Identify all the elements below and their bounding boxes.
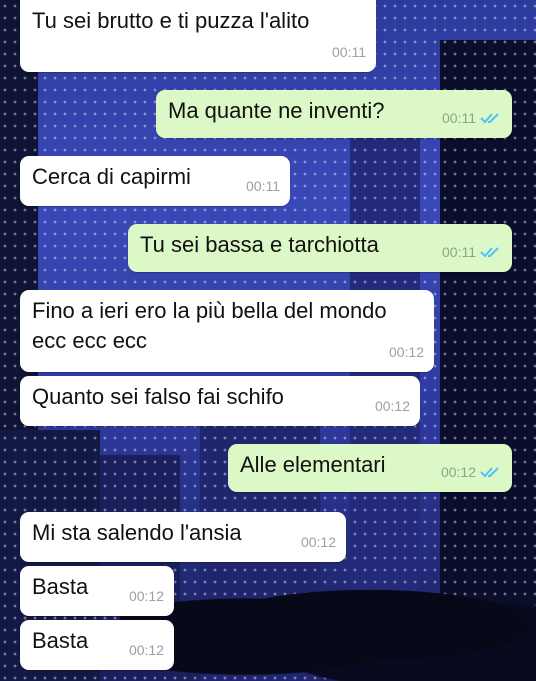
double-check-icon <box>480 467 499 478</box>
message-incoming[interactable]: Mi sta salendo l'ansia 00:12 <box>20 512 346 562</box>
message-time: 00:11 <box>246 178 280 194</box>
message-time: 00:11 <box>332 44 366 60</box>
double-check-icon <box>480 247 499 258</box>
message-incoming[interactable]: Quanto sei falso fai schifo 00:12 <box>20 376 420 426</box>
message-time: 00:12 <box>300 534 336 550</box>
message-time: 00:11 <box>442 244 476 260</box>
message-text-line-1: Fino a ieri ero la più bella del mondo <box>32 298 387 323</box>
message-incoming[interactable]: Basta 00:12 <box>20 566 174 616</box>
message-incoming[interactable]: Fino a ieri ero la più bella del mondo e… <box>20 290 434 372</box>
message-outgoing[interactable]: Tu sei bassa e tarchiotta 00:11 <box>128 224 512 272</box>
message-list[interactable]: Tu sei brutto e ti puzza l'alito 00:11 M… <box>0 0 536 681</box>
message-text: Quanto sei falso fai schifo <box>32 384 284 409</box>
message-time: 00:12 <box>374 398 410 414</box>
message-text: Mi sta salendo l'ansia <box>32 520 242 545</box>
message-outgoing[interactable]: Alle elementari 00:12 <box>228 444 512 492</box>
message-outgoing[interactable]: Ma quante ne inventi? 00:11 <box>156 90 512 138</box>
message-time: 00:12 <box>388 344 424 360</box>
message-incoming[interactable]: Basta 00:12 <box>20 620 174 670</box>
message-text: Tu sei brutto e ti puzza l'alito <box>32 8 310 33</box>
message-time: 00:12 <box>128 588 164 604</box>
message-incoming[interactable]: Cerca di capirmi 00:11 <box>20 156 290 206</box>
message-time: 00:12 <box>128 642 164 658</box>
message-incoming[interactable]: Tu sei brutto e ti puzza l'alito 00:11 <box>20 0 376 72</box>
message-time: 00:11 <box>442 110 476 126</box>
message-text: Cerca di capirmi <box>32 164 191 189</box>
message-text-line-2: ecc ecc ecc <box>32 328 147 353</box>
message-time: 00:12 <box>440 464 476 480</box>
double-check-icon <box>480 113 499 124</box>
